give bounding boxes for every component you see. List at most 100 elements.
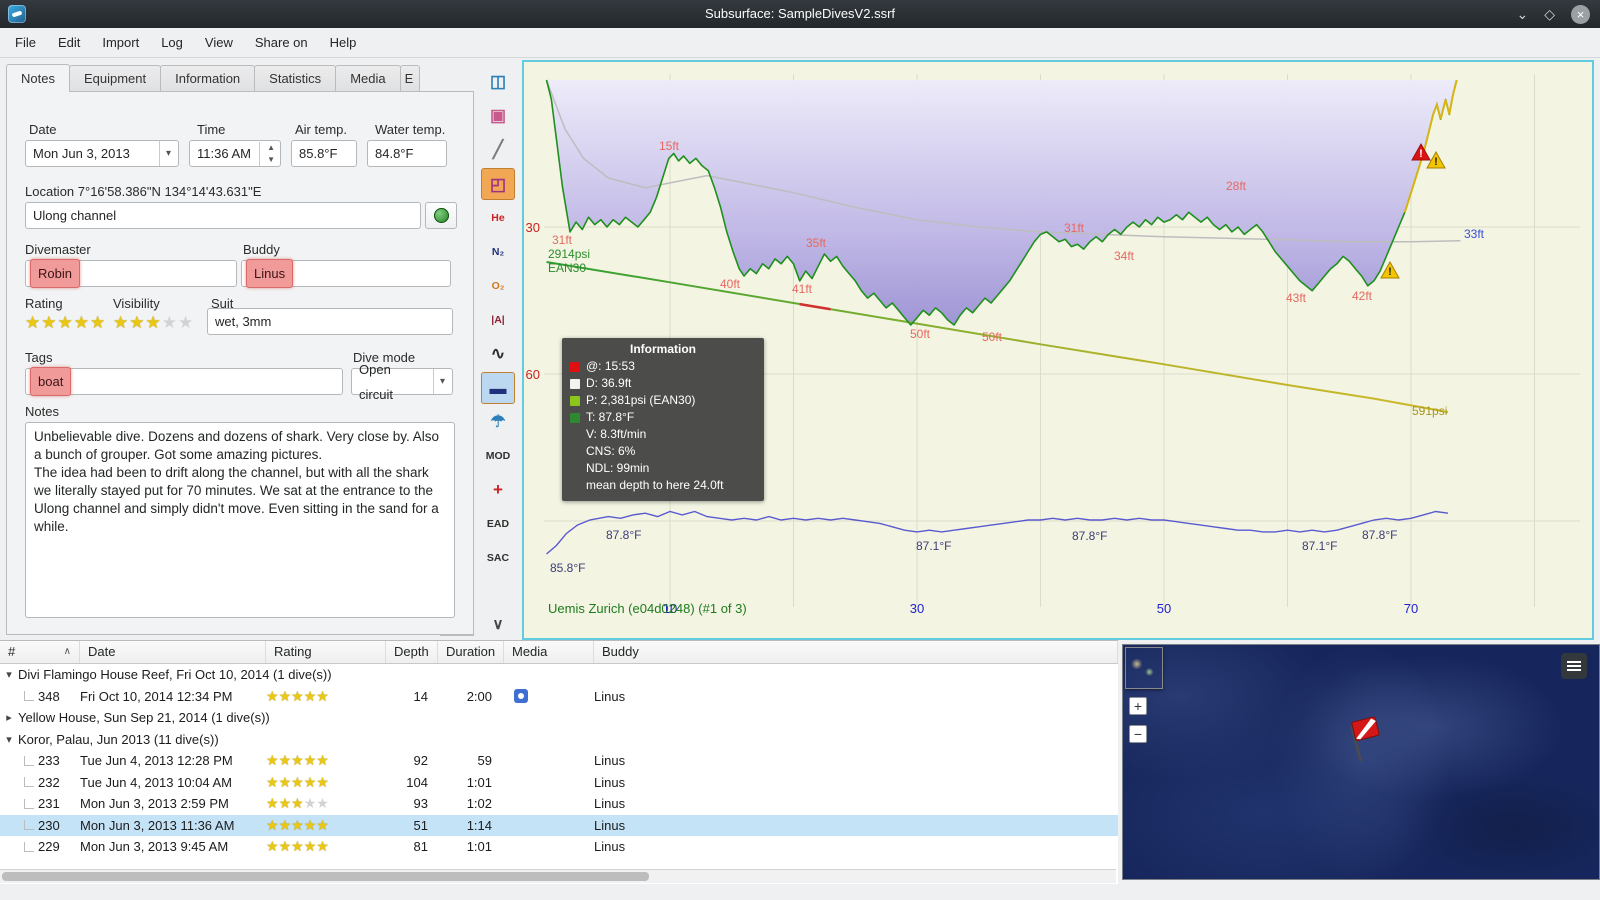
photos-badge-icon[interactable] [514,689,528,704]
collapse-arrow-icon[interactable]: ▾ [0,668,18,681]
collapse-arrow-icon[interactable]: ▾ [0,733,18,746]
dive-profile-panel[interactable]: !!! 10 30 50 70 30 60 15ft 31ft 2914psi EAN30 40ft 3… [522,60,1594,640]
dive-computer-graph-icon[interactable]: ◫ [481,66,515,98]
air-graph-icon[interactable]: |A| [481,304,515,336]
globe-icon [433,208,449,223]
ruler-icon[interactable]: ╱ [481,134,515,166]
tab-information[interactable]: Information [160,65,256,92]
menu-share-on[interactable]: Share on [244,30,319,55]
nitrogen-graph-icon[interactable]: N₂ [481,236,515,268]
dive-rating-stars: ★★★★★ [266,686,386,708]
menu-view[interactable]: View [194,30,244,55]
photos-icon[interactable]: ▣ [481,100,515,132]
map-zoom-in-button[interactable]: + [1129,697,1147,715]
tree-branch [24,777,34,788]
airtemp-field[interactable] [291,140,357,167]
mod-icon[interactable]: MOD [481,440,515,472]
dive-row[interactable]: 230 Mon Jun 3, 2013 11:36 AM ★★★★★ 51 1:14 Li… [0,814,1118,837]
menu-file[interactable]: File [4,30,47,55]
minimize-button[interactable]: ⌄ [1516,4,1528,24]
menu-log[interactable]: Log [150,30,194,55]
map-overview-inset[interactable] [1125,647,1163,689]
divemaster-field[interactable]: Robin [25,259,237,288]
close-button[interactable]: × [1571,4,1590,24]
horizontal-scrollbar[interactable] [0,869,1116,883]
scrollbar-thumb[interactable] [2,872,650,881]
dive-row[interactable]: 232 Tue Jun 4, 2013 10:04 AM ★★★★★ 104 1:01 L… [0,772,1118,794]
toolbar-more-button[interactable]: ∨ [481,614,515,638]
suit-field[interactable] [207,308,453,335]
divemaster-chip[interactable]: Robin [30,259,80,288]
dive-buddy: Linus [594,753,626,768]
oxygen-graph-icon[interactable]: O₂ [481,270,515,302]
chevron-down-icon[interactable]: ▾ [158,141,171,166]
ead-icon[interactable]: EAD [481,508,515,540]
tab-media[interactable]: Media [335,65,401,92]
spin-down-icon[interactable]: ▼ [264,154,278,166]
dive-row[interactable]: 231 Mon Jun 3, 2013 2:59 PM ★★★★★ 93 1:02 Lin… [0,793,1118,815]
svg-text:87.8°F: 87.8°F [1362,528,1397,542]
column-header-rating[interactable]: Rating [266,641,386,663]
star-icon: ★ [291,838,304,854]
column-header-media[interactable]: Media [504,641,594,663]
column-header-buddy[interactable]: Buddy [594,641,1118,663]
dive-location-flag-marker[interactable] [1333,715,1387,773]
trip-title: Divi Flamingo House Reef, Fri Oct 10, 20… [18,667,332,683]
buddy-chip[interactable]: Linus [246,259,294,288]
sac-icon[interactable]: SAC [481,542,515,574]
dive-row[interactable]: 348 Fri Oct 10, 2014 12:34 PM ★★★★★ 14 2:00 L… [0,686,1118,708]
menu-import[interactable]: Import [91,30,150,55]
divemode-combobox[interactable]: Open circuit ▾ [351,362,453,402]
dive-media [504,686,594,708]
dive-rating-stars: ★★★★★ [266,836,386,858]
map-zoom-out-button[interactable]: − [1129,725,1147,743]
map-globe-button[interactable] [425,202,457,229]
menu-edit[interactable]: Edit [47,30,91,55]
tab-statistics[interactable]: Statistics [254,65,337,92]
info-box-value: T: 87.8°F [586,410,635,424]
tank-bar-icon[interactable]: ▬ [481,372,515,404]
visibility-stars[interactable]: ★★★★★ [113,314,194,331]
tag-chip[interactable]: boat [30,367,72,396]
maximize-button[interactable]: ◇ [1544,4,1555,24]
tab-equipment[interactable]: Equipment [68,65,162,92]
watertemp-field[interactable] [367,140,447,167]
map-menu-button[interactable] [1561,653,1587,679]
column-header-date[interactable]: Date [80,641,266,663]
calc-ceiling-icon[interactable]: + [481,474,515,506]
zoom-picture-icon[interactable]: ◰ [481,168,515,200]
tab-notes[interactable]: Notes [6,64,70,92]
map-panel[interactable]: + − [1122,644,1600,880]
trip-row[interactable]: ▾ Koror, Palau, Jun 2013 (11 dive(s)) [0,729,1118,751]
buddy-field[interactable]: Linus [241,259,451,288]
dive-row[interactable]: 229 Mon Jun 3, 2013 9:45 AM ★★★★★ 81 1:01 Lin… [0,836,1118,858]
star-icon: ★ [25,313,42,332]
dive-row[interactable]: 233 Tue Jun 4, 2013 12:28 PM ★★★★★ 92 59 Linu… [0,750,1118,772]
star-icon: ★ [266,816,279,833]
notes-textarea[interactable]: Unbelievable dive. Dozens and dozens of … [25,422,455,618]
hamburger-icon [1567,661,1581,671]
star-icon: ★ [316,795,329,811]
expand-arrow-icon[interactable]: ▸ [0,711,18,724]
rating-stars[interactable]: ★★★★★ [25,314,106,331]
tags-field[interactable]: boat [25,367,343,396]
dc-ceiling-icon[interactable]: ☂ [481,406,515,438]
date-combobox[interactable]: Mon Jun 3, 2013 ▾ [25,140,179,167]
dive-rating-stars: ★★★★★ [266,815,386,837]
menu-help[interactable]: Help [319,30,368,55]
helium-graph-icon[interactable]: He [481,202,515,234]
location-field[interactable] [25,202,421,229]
spin-up-icon[interactable]: ▲ [264,142,278,154]
svg-text:33ft: 33ft [1464,227,1485,241]
column-header-depth[interactable]: Depth [386,641,438,663]
column-header-duration[interactable]: Duration [438,641,504,663]
trip-row[interactable]: ▸ Yellow House, Sun Sep 21, 2014 (1 dive(… [0,707,1118,729]
column-header-num[interactable]: # ∧ [0,641,80,663]
time-spinner[interactable]: 11:36 AM ▲ ▼ [189,140,281,167]
heart-rate-icon[interactable]: ∿ [481,338,515,370]
svg-text:50ft: 50ft [982,330,1003,344]
svg-text:!: ! [1419,148,1423,160]
tab-e[interactable]: E [399,65,420,92]
chevron-down-icon[interactable]: ▾ [432,369,445,394]
trip-row[interactable]: ▾ Divi Flamingo House Reef, Fri Oct 10, 2… [0,664,1118,686]
